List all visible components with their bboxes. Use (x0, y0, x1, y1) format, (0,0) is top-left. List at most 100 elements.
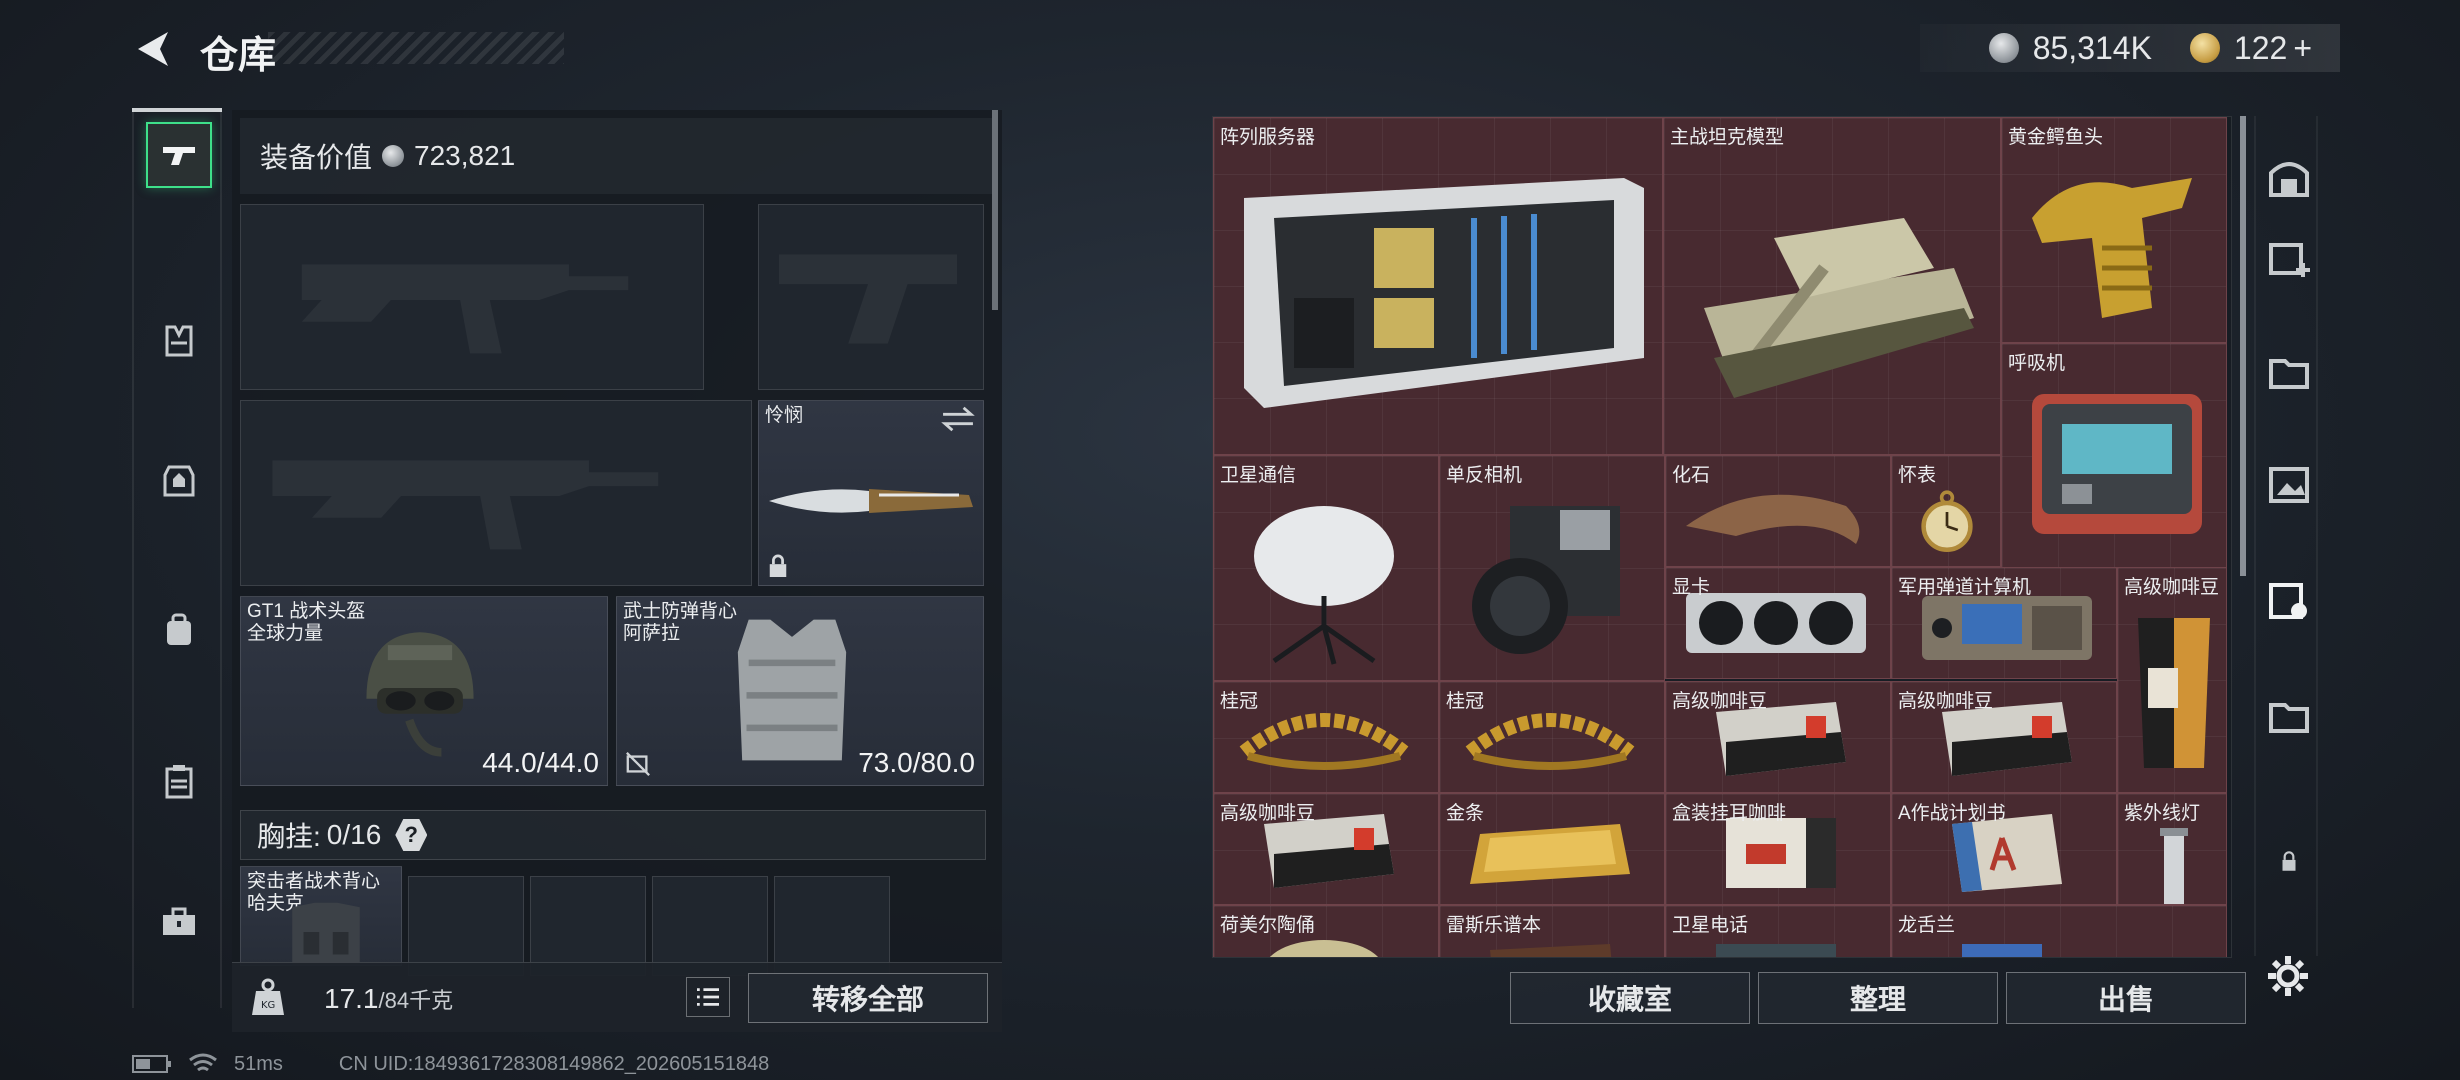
storage-grid: 阵列服务器 主战坦克模型 黄金鳄鱼头 呼吸机 卫星通信 单反相机 化石 怀表 显… (1212, 116, 2232, 958)
item-name: 高级咖啡豆 (2124, 577, 2220, 598)
list-view-button[interactable] (686, 977, 730, 1017)
rail-add-storage-tab[interactable] (2264, 232, 2314, 282)
storage-item[interactable]: 怀表 (1891, 455, 2001, 567)
server-icon (1244, 178, 1644, 408)
item-name: 军用弹道计算机 (1898, 577, 2032, 598)
helmet-slot[interactable]: GT1 战术头盔 全球力量 44.0/44.0 (240, 596, 608, 786)
gold-amount[interactable]: 122 (2234, 30, 2287, 67)
storage-item[interactable]: 高级咖啡豆 (2117, 567, 2227, 793)
storage-item[interactable]: 黄金鳄鱼头 (2001, 117, 2227, 343)
storage-item[interactable]: 化石 (1665, 455, 1891, 567)
storage-scrollbar[interactable] (2240, 116, 2246, 576)
item-name: 卫星电话 (1672, 915, 1749, 936)
item-name: 显卡 (1672, 577, 1711, 598)
storage-actions: 收藏室 整理 出售 (1510, 972, 2246, 1024)
lock-icon (2282, 851, 2296, 871)
pistol-slot[interactable] (758, 204, 984, 390)
armor-slot[interactable]: 武士防弹背心 阿萨拉 73.0/80.0 (616, 596, 984, 786)
storage-item[interactable]: 盒装挂耳咖啡 (1665, 793, 1891, 905)
item-name: 黄金鳄鱼头 (2008, 127, 2104, 148)
chest-rig-bar[interactable]: 胸挂: 0/16 ? (240, 810, 986, 860)
rig-cell[interactable] (652, 876, 768, 976)
rail-locked-tab (2264, 836, 2314, 886)
currency-bar: 85,314K 122 + (1920, 24, 2340, 72)
carry-weight: 17.1/84千克 (324, 983, 453, 1015)
help-icon[interactable]: ? (395, 819, 428, 851)
storage-item[interactable]: 主战坦克模型 (1663, 117, 2001, 455)
storage-item[interactable]: 显卡 (1665, 567, 1891, 679)
wifi-icon (189, 1053, 217, 1072)
storage-item[interactable]: 雷斯乐谱本 (1439, 905, 1665, 957)
rail-case-tab[interactable] (146, 748, 212, 814)
knife-icon (769, 489, 973, 513)
storage-item[interactable]: A作战计划书 (1891, 793, 2117, 905)
rail-folder-tab[interactable] (2264, 346, 2314, 396)
rig-capacity: 0/16 (326, 819, 382, 850)
back-arrow-icon[interactable] (130, 26, 176, 72)
rail-rig-tab[interactable] (146, 308, 212, 374)
storage-item[interactable]: 龙舌兰 (1891, 905, 2227, 957)
storage-item[interactable]: 阵列服务器 (1213, 117, 1663, 455)
collection-button[interactable]: 收藏室 (1510, 972, 1750, 1024)
storage-item[interactable]: 卫星电话 (1665, 905, 1891, 957)
weight-icon: KG (252, 978, 284, 1015)
rail-toolbox-tab[interactable] (146, 888, 212, 954)
uid-text: CN UID:1849361728308149862_202605151848 (338, 1052, 770, 1075)
folder-icon (2269, 359, 2309, 389)
swap-icon[interactable] (939, 405, 977, 433)
loadout-scrollbar[interactable] (992, 110, 998, 310)
armor-durability: 73.0/80.0 (858, 747, 975, 778)
item-name: 怀表 (1898, 465, 1937, 486)
rail-armor-tab[interactable] (146, 448, 212, 514)
storage-item[interactable]: 荷美尔陶俑 (1213, 905, 1439, 957)
transfer-all-button[interactable]: 转移全部 (748, 973, 988, 1023)
loadout-panel: 装备价值 723,821 怜悯 GT1 战术头盔 全球力量 44.0/44.0 … (232, 110, 1002, 1032)
melee-name: 怜悯 (765, 405, 804, 426)
storage-item[interactable]: 紫外线灯 (2117, 793, 2227, 905)
storage-item[interactable]: 军用弹道计算机 (1891, 567, 2117, 679)
vest-slot[interactable]: 突击者战术背心 哈夫克 (240, 866, 402, 966)
toolbox-icon (163, 907, 195, 935)
storage-item[interactable]: 呼吸机 (2001, 343, 2227, 569)
equip-value-bar: 装备价值 723,821 (240, 118, 992, 194)
rail-folder-tab[interactable] (2264, 690, 2314, 740)
rail-weapon-tab[interactable] (146, 122, 212, 188)
gold-plus-button[interactable]: + (2293, 30, 2312, 67)
melee-slot[interactable]: 怜悯 (758, 400, 984, 586)
storage-item[interactable]: 高级咖啡豆 (1213, 793, 1439, 905)
item-name: 金条 (1446, 803, 1485, 824)
settings-gear-icon[interactable] (2264, 952, 2312, 1000)
rig-cell[interactable] (774, 876, 890, 976)
svg-text:KG: KG (261, 1000, 275, 1011)
storage-item[interactable]: 卫星通信 (1213, 455, 1439, 681)
silver-coin-icon (1988, 33, 2019, 63)
ventilator-icon (2032, 394, 2202, 534)
storage-item[interactable]: 单反相机 (1439, 455, 1665, 681)
gold-coin-icon (2189, 33, 2220, 63)
primary-weapon-slot[interactable] (240, 204, 704, 390)
secondary-weapon-slot[interactable] (240, 400, 752, 586)
item-name: 桂冠 (1220, 691, 1259, 712)
rail-backpack-tab[interactable] (146, 598, 212, 664)
weight-current: 17.1 (324, 983, 379, 1014)
storage-item[interactable]: 桂冠 (1213, 681, 1439, 793)
helmet-durability: 44.0/44.0 (482, 747, 599, 778)
rail-selected-tab[interactable] (2264, 576, 2314, 626)
rail-image-tab[interactable] (2264, 460, 2314, 510)
storage-item[interactable]: 桂冠 (1439, 681, 1665, 793)
sell-button[interactable]: 出售 (2006, 972, 2246, 1024)
body-armor-icon (737, 619, 847, 761)
rig-cell[interactable] (408, 876, 524, 976)
item-name: 主战坦克模型 (1670, 127, 1785, 148)
rig-cell[interactable] (530, 876, 646, 976)
image-icon (2269, 467, 2309, 503)
storage-item[interactable]: 高级咖啡豆 (1665, 681, 1891, 793)
folder-icon (2269, 703, 2309, 733)
storage-item[interactable]: 金条 (1439, 793, 1665, 905)
organize-button[interactable]: 整理 (1758, 972, 1998, 1024)
storage-item[interactable]: 高级咖啡豆 (1891, 681, 2117, 793)
rail-warehouse-tab[interactable] (2264, 152, 2314, 202)
status-bar: 51ms CN UID:1849361728308149862_20260515… (132, 1050, 769, 1078)
ping-text: 51ms (234, 1052, 283, 1075)
item-name: 化石 (1672, 465, 1711, 486)
